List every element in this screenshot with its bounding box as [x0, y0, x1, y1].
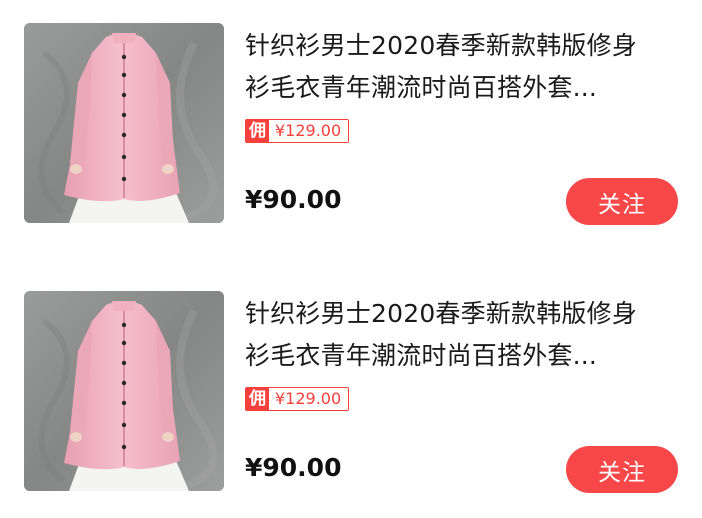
product-title[interactable]: 针织衫男士2020春季新款韩版修身 衫毛衣青年潮流时尚百搭外套... — [245, 25, 665, 109]
commission-tag: 佣 — [246, 388, 269, 410]
commission-tag: 佣 — [246, 120, 269, 142]
product-title-line-1: 针织衫男士2020春季新款韩版修身 — [245, 299, 638, 328]
product-image[interactable] — [24, 291, 224, 491]
follow-button[interactable]: 关注 — [566, 178, 678, 225]
product-card[interactable]: 针织衫男士2020春季新款韩版修身 衫毛衣青年潮流时尚百搭外套... 佣 ¥12… — [0, 291, 702, 493]
product-title-line-2: 衫毛衣青年潮流时尚百搭外套... — [245, 341, 598, 370]
product-title[interactable]: 针织衫男士2020春季新款韩版修身 衫毛衣青年潮流时尚百搭外套... — [245, 293, 665, 377]
commission-badge: 佣 ¥129.00 — [245, 119, 350, 143]
product-title-line-2: 衫毛衣青年潮流时尚百搭外套... — [245, 73, 598, 102]
product-card[interactable]: 针织衫男士2020春季新款韩版修身 衫毛衣青年潮流时尚百搭外套... 佣 ¥12… — [0, 23, 702, 225]
commission-value: ¥129.00 — [275, 389, 342, 408]
follow-button[interactable]: 关注 — [566, 446, 678, 493]
product-price: ¥90.00 — [245, 185, 342, 214]
product-image[interactable] — [24, 23, 224, 223]
product-title-line-1: 针织衫男士2020春季新款韩版修身 — [245, 31, 638, 60]
product-price: ¥90.00 — [245, 453, 342, 482]
commission-badge: 佣 ¥129.00 — [245, 387, 350, 411]
product-list: 针织衫男士2020春季新款韩版修身 衫毛衣青年潮流时尚百搭外套... 佣 ¥12… — [0, 0, 702, 518]
commission-value: ¥129.00 — [275, 121, 342, 140]
